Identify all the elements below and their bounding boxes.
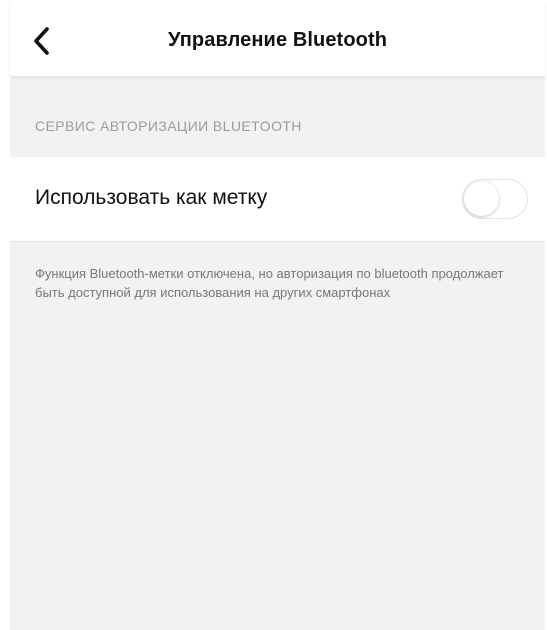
toggle-knob [464,181,499,216]
use-as-tag-toggle[interactable] [462,179,528,219]
page-title: Управление Bluetooth [167,29,388,51]
use-as-tag-label: Использовать как метку [35,186,268,209]
use-as-tag-row: Использовать как метку [10,157,545,242]
section-header: СЕРВИС АВТОРИЗАЦИИ BLUETOOTH [35,118,302,134]
section-footnote: Функция Bluetooth-метки отключена, но ав… [35,266,504,300]
settings-screen: Управление Bluetooth СЕРВИС АВТОРИЗАЦИИ … [10,0,545,630]
navigation-bar: Управление Bluetooth [10,0,545,76]
